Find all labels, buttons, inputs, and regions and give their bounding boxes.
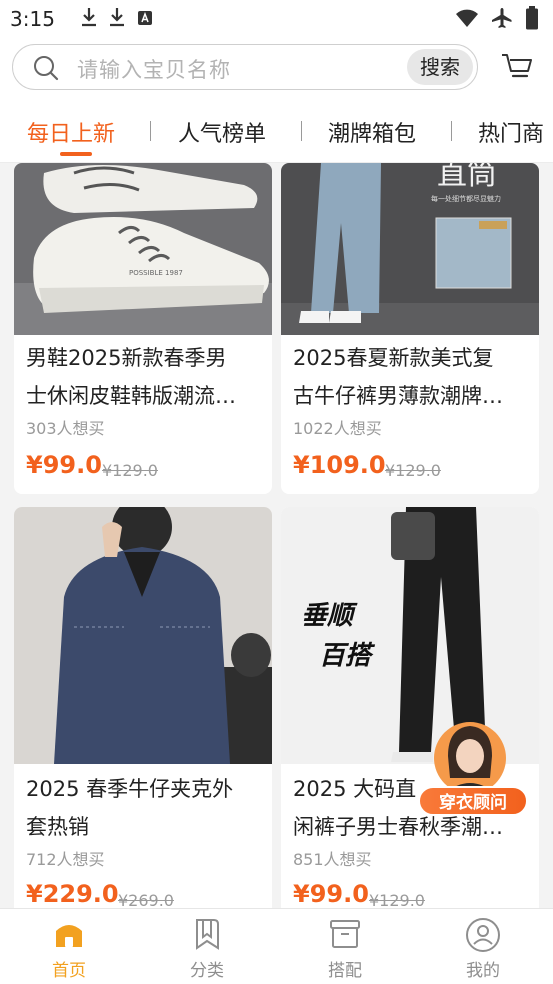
product-image-caption: 直筒 (437, 163, 497, 192)
style-advisor-button[interactable]: 穿衣顾问 (418, 716, 530, 820)
nav-label: 搭配 (328, 961, 362, 981)
product-image-denim-jacket (14, 507, 272, 764)
product-original-price: ¥269.0 (118, 891, 174, 908)
tab-trendy-bags[interactable]: 潮牌箱包 (328, 116, 416, 148)
tab-popular[interactable]: 人气榜单 (178, 116, 266, 148)
bottom-nav: 首页 分类 搭配 我的 (0, 908, 553, 984)
product-image-sneakers: POSSIBLE 1987 (14, 163, 272, 335)
download-icon (109, 7, 125, 32)
download-icon (81, 7, 97, 32)
tab-divider (301, 121, 302, 141)
nav-home[interactable]: 首页 (0, 909, 138, 984)
product-title[interactable]: 2025春夏新款美式复 古牛仔裤男薄款潮牌… (293, 339, 529, 415)
box-icon (328, 917, 362, 955)
product-card[interactable]: POSSIBLE 1987 男鞋2025新款春季男 士休闲皮鞋韩版潮流… 303… (14, 163, 272, 494)
search-placeholder: 请输入宝贝名称 (77, 58, 231, 82)
product-wants: 1022人想买 (293, 419, 382, 438)
battery-icon (525, 6, 539, 35)
product-wants: 851人想买 (293, 850, 372, 869)
tab-daily-new[interactable]: 每日上新 (27, 116, 115, 148)
tab-divider (150, 121, 151, 141)
cart-icon[interactable] (501, 52, 533, 84)
svg-text:POSSIBLE 1987: POSSIBLE 1987 (129, 269, 183, 277)
search-icon (33, 55, 59, 85)
bookmark-icon (190, 917, 224, 955)
product-original-price: ¥129.0 (102, 461, 158, 480)
category-tabs: 每日上新 人气榜单 潮牌箱包 热门商 (0, 100, 553, 163)
nav-outfit[interactable]: 搭配 (276, 909, 414, 984)
product-image-caption: 百搭 (319, 641, 372, 671)
product-price: ¥229.0 (26, 880, 119, 908)
product-original-price: ¥129.0 (369, 891, 425, 908)
svg-text:每一处细节都尽显魅力: 每一处细节都尽显魅力 (431, 194, 501, 203)
nav-label: 分类 (190, 961, 224, 981)
active-tab-indicator (60, 152, 92, 156)
advisor-label: 穿衣顾问 (418, 786, 528, 816)
product-card[interactable]: 2025 春季牛仔夹克外 套热销 712人想买 ¥229.0 ¥269.0 (14, 507, 272, 908)
product-card[interactable]: 垂顺 百搭 2025 大码直 闲裤子男士春秋季潮… 851人想买 ¥99.0 ¥… (281, 507, 539, 908)
tab-divider (451, 121, 452, 141)
product-price: ¥109.0 (293, 451, 386, 479)
advisor-avatar (434, 722, 506, 794)
product-title[interactable]: 2025 春季牛仔夹克外 套热销 (26, 770, 262, 846)
product-price: ¥99.0 (293, 880, 369, 908)
product-price: ¥99.0 (26, 451, 102, 479)
nav-label: 我的 (466, 961, 500, 981)
product-original-price: ¥129.0 (385, 461, 441, 480)
product-image-caption: 垂顺 (301, 601, 354, 631)
product-title[interactable]: 男鞋2025新款春季男 士休闲皮鞋韩版潮流… (26, 339, 262, 415)
nav-label: 首页 (52, 961, 86, 981)
search-button[interactable]: 搜索 (407, 49, 473, 85)
profile-icon (465, 917, 501, 957)
font-a-icon (137, 7, 153, 31)
search-row: 请输入宝贝名称 搜索 (0, 38, 553, 100)
search-input[interactable]: 请输入宝贝名称 搜索 (12, 44, 478, 90)
nav-category[interactable]: 分类 (138, 909, 276, 984)
wifi-icon (455, 8, 479, 33)
product-wants: 303人想买 (26, 419, 105, 438)
product-image-jeans: 每一处细节都尽显魅力 (281, 163, 539, 335)
airplane-icon (491, 7, 513, 34)
tab-hot[interactable]: 热门商 (478, 116, 544, 148)
status-bar: 3:15 (0, 0, 553, 38)
status-time: 3:15 (10, 7, 55, 31)
home-icon (52, 917, 86, 955)
product-wants: 712人想买 (26, 850, 105, 869)
product-card[interactable]: 每一处细节都尽显魅力 直筒 2025春夏新款美式复 古牛仔裤男薄款潮牌… 102… (281, 163, 539, 494)
nav-profile[interactable]: 我的 (414, 909, 552, 984)
